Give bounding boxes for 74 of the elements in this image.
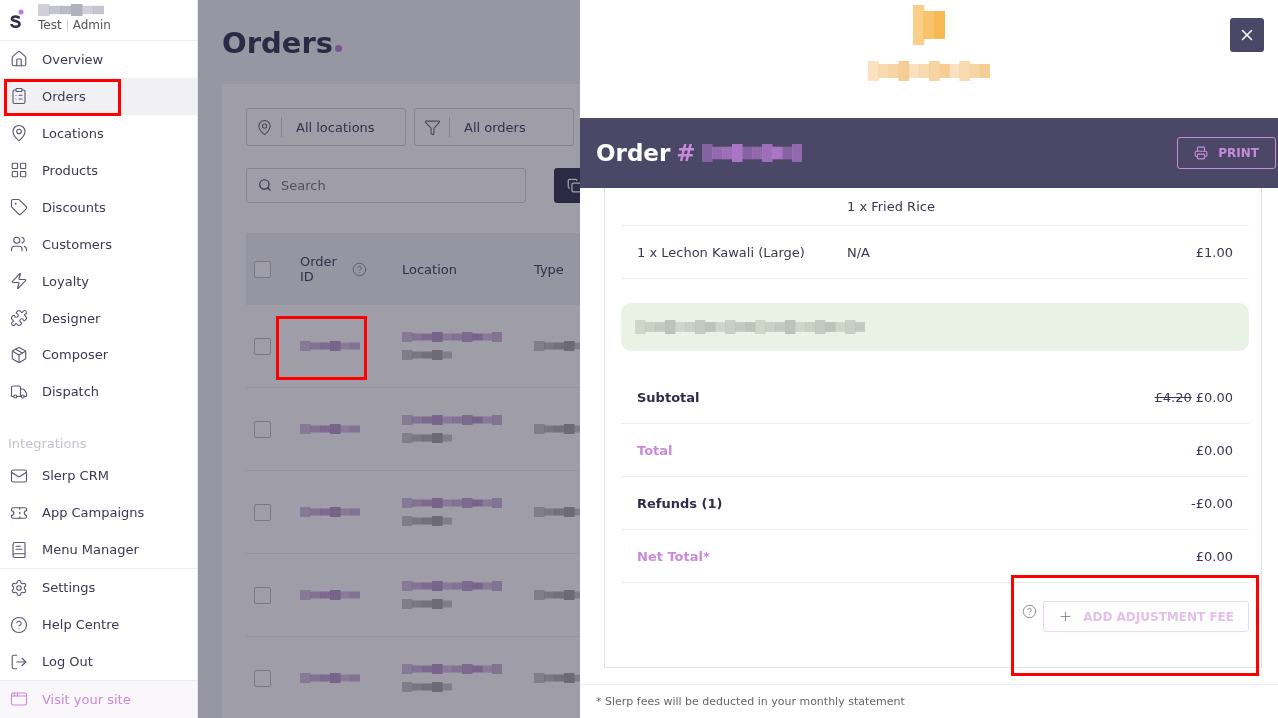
truck-icon <box>10 382 28 401</box>
blurred-logo <box>913 5 945 45</box>
column-header: Order ID <box>300 254 338 284</box>
nav-item[interactable]: Log Out <box>0 643 197 680</box>
checkbox[interactable] <box>254 337 271 355</box>
close-button[interactable] <box>1230 18 1264 52</box>
help-icon <box>1022 604 1038 619</box>
original-price: £4.20 <box>1154 389 1192 405</box>
help-icon <box>10 615 28 634</box>
drawer-title: Order <box>596 140 671 166</box>
search-field[interactable]: Search <box>246 168 526 203</box>
nav-item[interactable]: App Campaigns <box>0 494 197 532</box>
plus-icon <box>1058 609 1074 624</box>
users-icon <box>10 235 28 254</box>
summary-value: £0.00 <box>1195 442 1233 458</box>
item-modifiers: N/A <box>847 244 871 260</box>
logout-icon <box>10 652 28 671</box>
nav-item[interactable]: Composer <box>0 336 197 374</box>
browser-window-icon <box>10 690 28 709</box>
nav-item[interactable]: Slerp CRM <box>0 457 197 495</box>
item-modifiers: 1 x Fried Rice <box>847 199 936 214</box>
nav-item[interactable]: Discounts <box>0 188 197 226</box>
order-number: # <box>676 140 696 166</box>
column-header: Location <box>402 261 458 277</box>
summary-value: £0.00 <box>1195 389 1233 405</box>
item-name: 1 x Lechon Kawali (Large) <box>637 244 806 260</box>
search-icon <box>258 178 272 192</box>
nav-item[interactable]: Settings <box>0 569 197 607</box>
summary-label: Refunds (1) <box>637 495 723 511</box>
nav-item[interactable]: Menu Manager <box>0 531 197 569</box>
column-header: Type <box>534 261 565 277</box>
account-role: Test Admin <box>38 18 111 32</box>
footnote: * Slerp fees will be deducted in your monthly statement <box>580 684 1278 718</box>
title-dot <box>334 45 342 52</box>
checkbox[interactable] <box>254 260 271 278</box>
nav-item[interactable]: Customers <box>0 225 197 263</box>
filter-dropdown[interactable]: All orders <box>414 108 574 146</box>
blurred-text <box>38 4 104 16</box>
puzzle-icon <box>10 309 28 328</box>
box-icon <box>10 345 28 364</box>
clipboard-icon <box>10 87 28 106</box>
settings-icon <box>10 578 28 597</box>
nav-item[interactable]: Dispatch <box>0 373 197 411</box>
summary-label: Total <box>637 442 673 458</box>
nav-item[interactable]: Loyalty <box>0 262 197 300</box>
checkbox[interactable] <box>254 669 271 687</box>
summary-value: -£0.00 <box>1191 495 1233 511</box>
summary-label: Subtotal <box>637 389 700 405</box>
grid-icon <box>10 161 28 180</box>
item-price: £1.00 <box>1195 244 1233 260</box>
home-icon <box>10 50 28 69</box>
nav-item[interactable]: Overview <box>0 41 197 78</box>
summary-label: Net Total* <box>637 548 710 564</box>
mail-icon <box>10 466 28 485</box>
book-icon <box>10 540 28 559</box>
checkbox[interactable] <box>254 586 271 604</box>
map-pin-icon <box>10 124 28 143</box>
section-heading: Integrations <box>7 435 88 454</box>
help-icon <box>352 261 367 277</box>
logo-icon <box>10 9 24 29</box>
lightning-icon <box>10 272 28 291</box>
tag-icon <box>10 198 28 217</box>
filter-dropdown[interactable]: All locations <box>246 108 406 146</box>
map-pin-icon <box>255 118 273 136</box>
nav-item[interactable]: Designer <box>0 299 197 337</box>
nav-item[interactable]: Help Centre <box>0 606 197 644</box>
summary-value: £0.00 <box>1195 548 1233 564</box>
filter-icon <box>423 118 441 136</box>
page-title: Orders <box>222 26 333 60</box>
checkbox[interactable] <box>254 420 271 438</box>
nav-item[interactable]: Products <box>0 151 197 189</box>
checkbox[interactable] <box>254 503 271 521</box>
nav-item[interactable]: Locations <box>0 114 197 152</box>
printer-icon <box>1194 146 1209 160</box>
